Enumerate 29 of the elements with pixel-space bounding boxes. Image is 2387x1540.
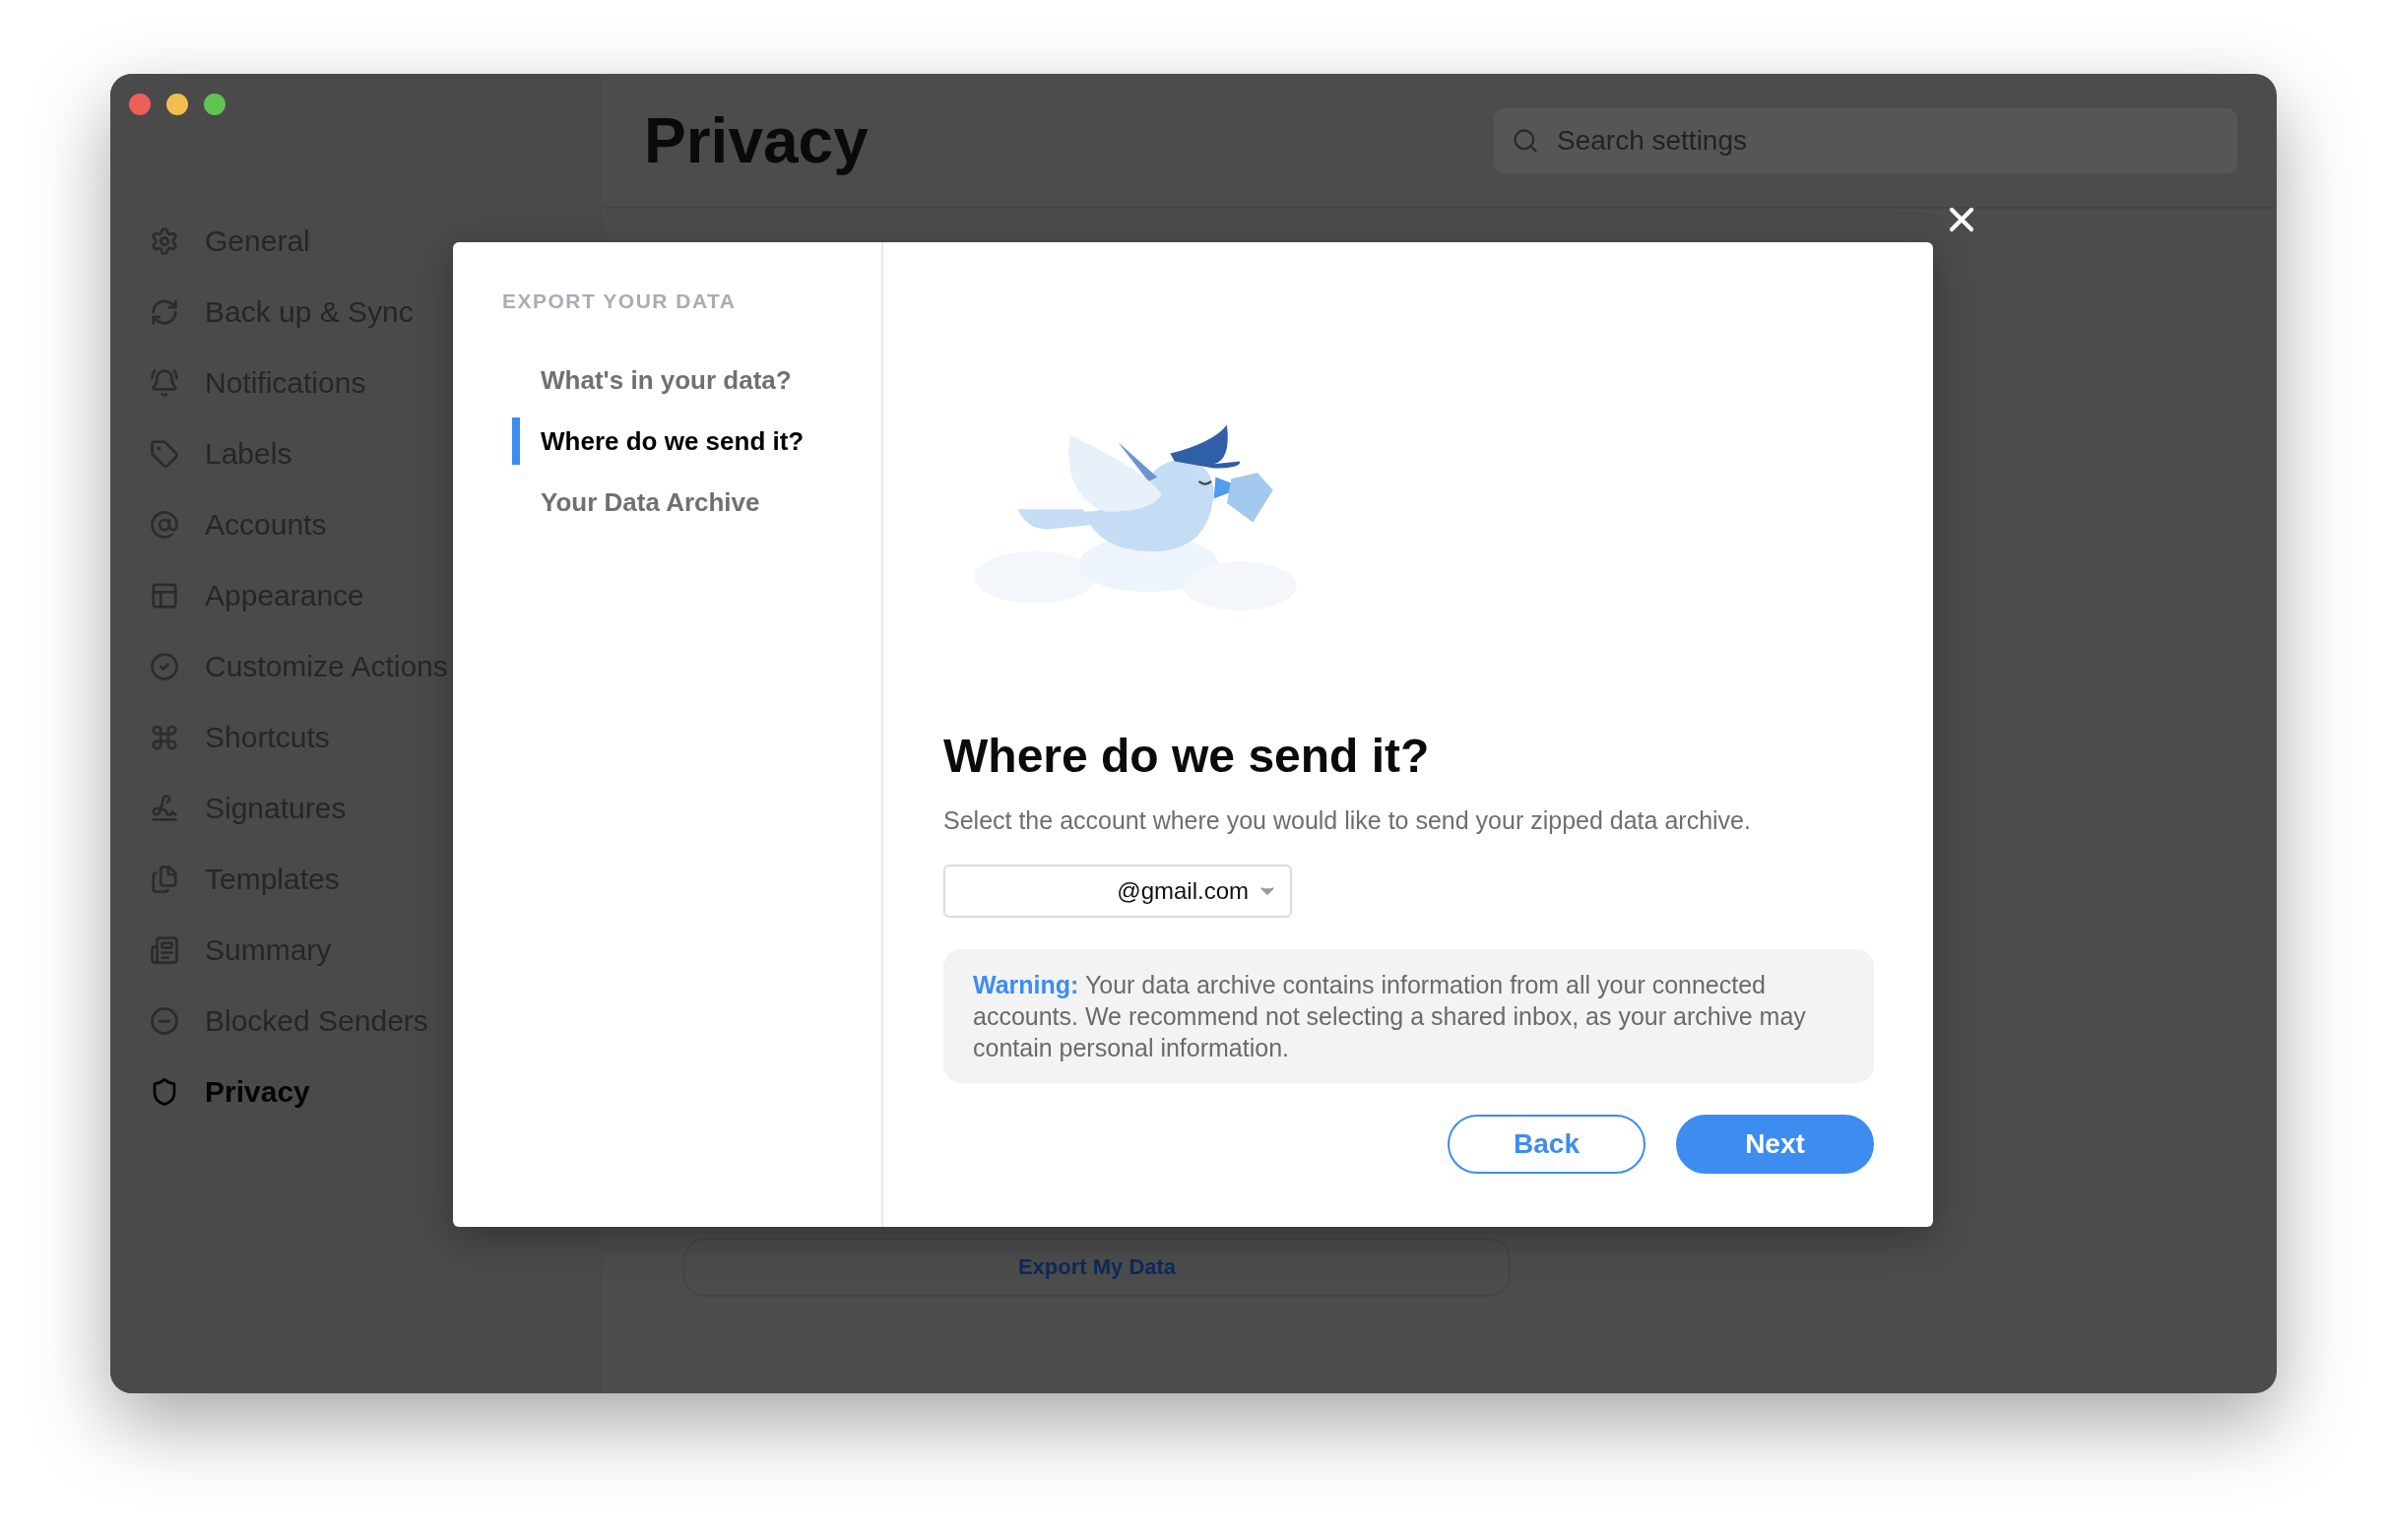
files-icon (150, 865, 179, 894)
next-button[interactable]: Next (1676, 1115, 1874, 1174)
back-button[interactable]: Back (1448, 1115, 1645, 1174)
tag-icon (150, 439, 179, 469)
newspaper-icon (150, 935, 179, 965)
zoom-window-button[interactable] (204, 94, 226, 115)
warning-message: Warning: Your data archive contains information from all your connected accounts. We recommend not selecting a shared inbox, as your archive may contain personal information. (943, 949, 1874, 1083)
minimize-window-button[interactable] (166, 94, 188, 115)
bell-icon (150, 368, 179, 398)
sync-icon (150, 297, 179, 327)
page-title: Privacy (644, 103, 869, 177)
section-title: EXPORT YOUR DATA (502, 289, 738, 313)
close-window-button[interactable] (129, 94, 151, 115)
step-item[interactable]: What's in your data? (512, 356, 881, 404)
search-icon (1512, 126, 1539, 155)
export-button[interactable]: Export My Data (683, 1238, 1511, 1297)
command-key-icon (150, 723, 179, 752)
sidebar-item[interactable]: Privacy (110, 1068, 603, 1116)
dialog-heading: Where do we send it? (943, 729, 1431, 783)
minus-circle-icon (150, 1006, 179, 1036)
gear-icon (150, 226, 179, 256)
step-item[interactable]: Where do we send it? (512, 417, 881, 465)
step-item[interactable]: Your Data Archive (512, 479, 881, 526)
at-sign-icon (150, 510, 179, 540)
layout-icon (150, 581, 179, 610)
check-circle-icon (150, 652, 179, 681)
signature-icon (150, 794, 179, 823)
account-dropdown[interactable]: @gmail.com (943, 865, 1292, 918)
dialog-description: Select the account where you would like to send your zipped data archive. (943, 806, 1752, 835)
